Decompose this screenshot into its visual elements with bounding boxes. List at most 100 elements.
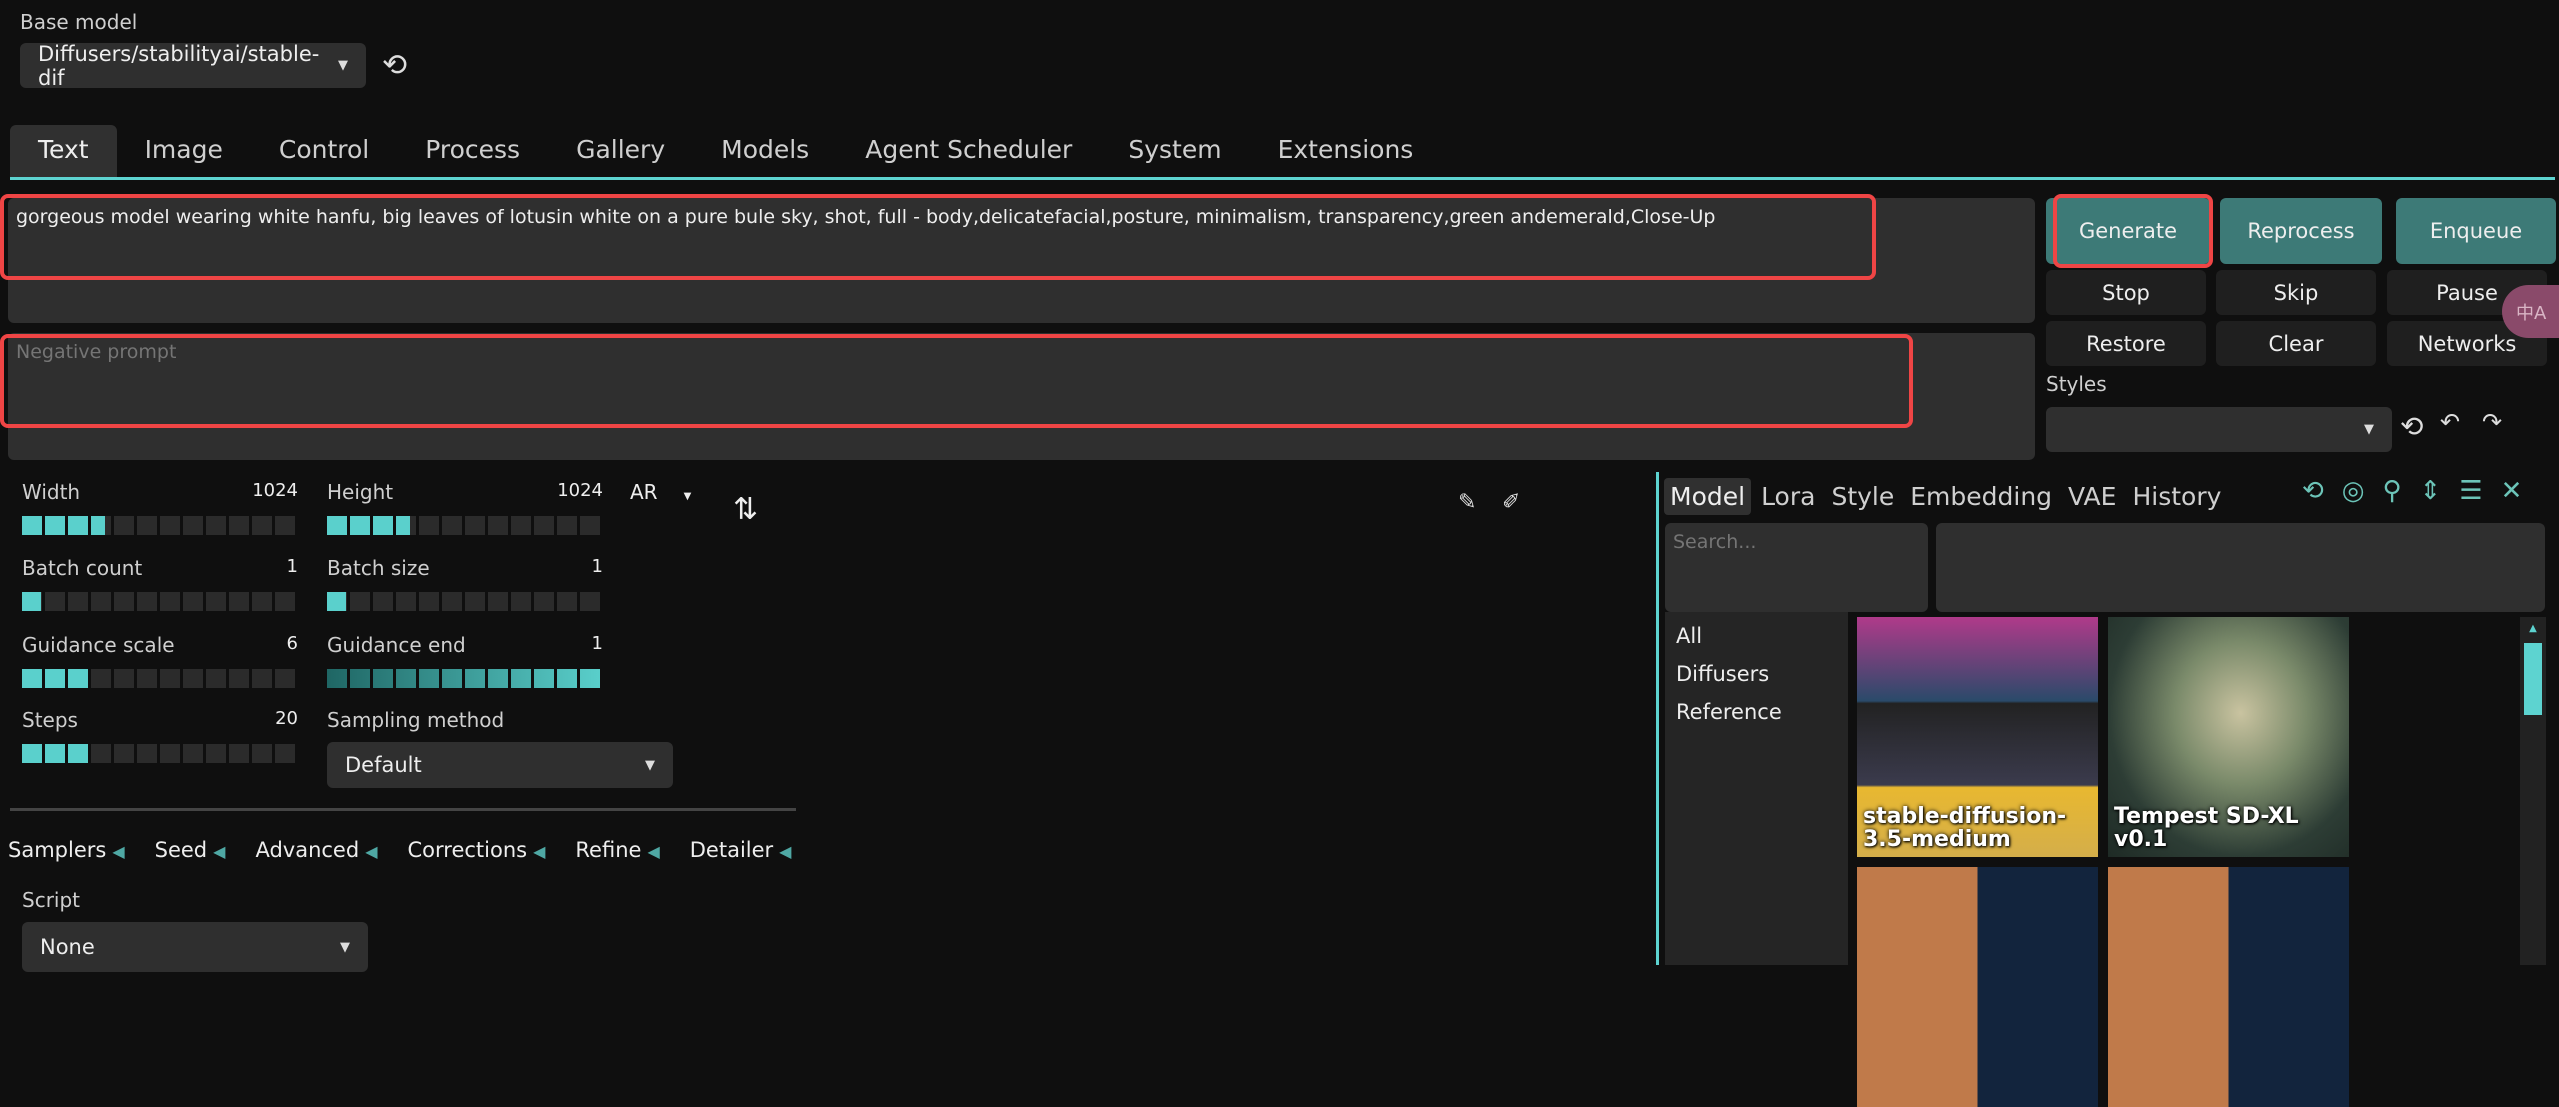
slider-value[interactable]: 1024 [557,480,603,516]
tab-lora[interactable]: Lora [1755,478,1821,515]
networks-description-input[interactable] [1936,523,2545,612]
tab-models[interactable]: Models [693,125,837,178]
restore-button[interactable]: Restore [2046,321,2206,366]
accordion-samplers[interactable]: Samplers ◀ [8,838,125,862]
base-model-value: Diffusers/stabilityai/stable-dif [38,41,320,90]
accordion-advanced[interactable]: Advanced ◀ [255,838,377,862]
slider-value[interactable]: 1 [287,556,298,592]
tab-image[interactable]: Image [117,125,251,178]
styles-dropdown[interactable]: ▼ [2046,407,2392,452]
slider-fill [22,744,91,763]
model-gallery: stable-diffusion-3.5-medium Tempest SD-X… [1857,617,2349,1107]
base-model-dropdown[interactable]: Diffusers/stabilityai/stable-dif ▼ [20,41,366,90]
slider-fill [327,516,410,535]
accordion-corrections[interactable]: Corrections ◀ [408,838,546,862]
slider-fill [327,592,347,611]
guidance-end-slider[interactable]: Guidance end 1 [327,633,603,688]
tab-extensions[interactable]: Extensions [1250,125,1442,178]
slider-value[interactable]: 1 [592,633,603,669]
tab-gallery[interactable]: Gallery [548,125,693,178]
accordion-detailer[interactable]: Detailer ◀ [690,838,792,862]
slider-value[interactable]: 20 [275,708,298,744]
category-all[interactable]: All [1676,624,1702,648]
tab-embedding[interactable]: Embedding [1904,478,2058,515]
brush-icon[interactable]: ✐ [1502,490,1520,515]
slider-value[interactable]: 1 [592,556,603,592]
enqueue-button[interactable]: Enqueue [2396,198,2556,264]
ar-dropdown[interactable]: AR ▼ [630,480,691,504]
gallery-scrollbar[interactable]: ▲ [2520,617,2546,965]
translate-icon[interactable]: 中A [2502,285,2559,338]
tab-underline [10,177,2555,180]
steps-slider[interactable]: Steps 20 [22,708,298,763]
caret-left-icon: ◀ [112,842,125,861]
batch-count-slider[interactable]: Batch count 1 [22,556,298,611]
sampling-method-dropdown[interactable]: Default ▼ [327,742,673,788]
chevron-down-icon: ▼ [338,58,348,73]
width-slider[interactable]: Width 1024 [22,480,298,535]
category-reference[interactable]: Reference [1676,700,1782,724]
chevron-down-icon: ▼ [2364,422,2374,437]
tab-control[interactable]: Control [251,125,397,178]
refresh-styles-icon[interactable]: ⟲ [2400,410,2423,443]
model-card[interactable] [2108,867,2349,1107]
search-icon[interactable]: ⚲ [2382,476,2401,506]
list-icon[interactable]: ☰ [2459,476,2482,506]
chevron-down-icon: ▼ [645,757,655,773]
redo-icon[interactable]: ↷ [2482,408,2502,436]
resize-vertical-icon[interactable]: ⇕ [2420,476,2442,506]
negative-prompt-input[interactable] [8,333,2035,460]
target-icon[interactable]: ◎ [2342,476,2365,506]
slider-fill [22,516,105,535]
accordion-refine[interactable]: Refine ◀ [575,838,659,862]
tab-style[interactable]: Style [1825,478,1900,515]
generate-button[interactable]: Generate [2046,198,2210,264]
slider-fill [22,669,91,688]
pencil-icon[interactable]: ✎ [1458,490,1476,515]
tab-text[interactable]: Text [10,125,117,178]
slider-label: Steps [22,708,78,732]
tab-agent-scheduler[interactable]: Agent Scheduler [837,125,1100,178]
styles-label: Styles [2046,372,2107,396]
slider-value[interactable]: 6 [287,633,298,669]
main-tabs: Text Image Control Process Gallery Model… [10,125,1441,178]
undo-icon[interactable]: ↶ [2440,408,2460,436]
clear-button[interactable]: Clear [2216,321,2376,366]
model-card[interactable]: Tempest SD-XL v0.1 [2108,617,2349,857]
networks-tabs: Model Lora Style Embedding VAE History [1664,478,2227,515]
close-icon[interactable]: ✕ [2501,476,2523,506]
prompt-input[interactable]: gorgeous model wearing white hanfu, big … [8,198,2035,323]
batch-size-slider[interactable]: Batch size 1 [327,556,603,611]
scrollbar-thumb[interactable] [2524,643,2542,715]
tab-system[interactable]: System [1100,125,1249,178]
networks-search-input[interactable] [1665,523,1928,612]
base-model-label: Base model [20,10,138,34]
tab-history[interactable]: History [2126,478,2227,515]
model-card[interactable] [1857,867,2098,1107]
model-card[interactable]: stable-diffusion-3.5-medium [1857,617,2098,857]
skip-button[interactable]: Skip [2216,270,2376,315]
tab-vae[interactable]: VAE [2062,478,2122,515]
refresh-icon[interactable]: ⟲ [382,48,407,83]
model-card-title: Tempest SD-XL v0.1 [2114,803,2299,852]
slider-fill [22,592,42,611]
accordion-label: Refine [575,838,642,862]
networks-toolbar: ⟲ ◎ ⚲ ⇕ ☰ ✕ [2302,476,2522,506]
stop-button[interactable]: Stop [2046,270,2206,315]
category-diffusers[interactable]: Diffusers [1676,662,1769,686]
slider-label: Guidance scale [22,633,175,657]
scroll-up-icon[interactable]: ▲ [2520,623,2546,634]
tab-model[interactable]: Model [1664,478,1752,515]
reprocess-button[interactable]: Reprocess [2220,198,2382,264]
accordion-label: Seed [154,838,208,862]
slider-value[interactable]: 1024 [252,480,298,516]
chevron-down-icon: ▼ [683,491,692,502]
swap-dimensions-icon[interactable]: ⇅ [733,492,758,527]
accordion-seed[interactable]: Seed ◀ [155,838,226,862]
guidance-scale-slider[interactable]: Guidance scale 6 [22,633,298,688]
refresh-icon[interactable]: ⟲ [2302,476,2324,506]
tab-process[interactable]: Process [397,125,548,178]
slider-fill [327,669,603,688]
accordion-bar: Samplers ◀ Seed ◀ Advanced ◀ Corrections ◀ R… [8,838,821,862]
height-slider[interactable]: Height 1024 [327,480,603,535]
